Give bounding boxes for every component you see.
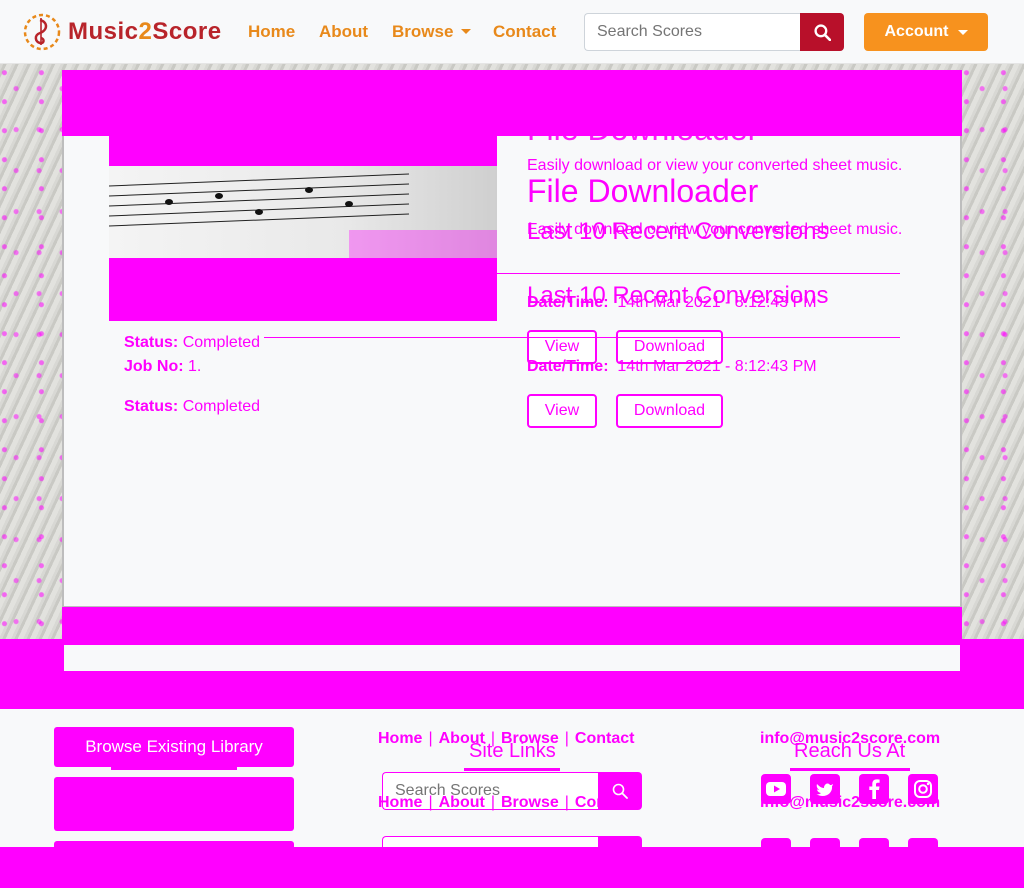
footer-contact-link[interactable]: Contact <box>575 730 635 747</box>
search-input[interactable] <box>584 13 800 51</box>
footer-links: Home | About | Browse | Contact <box>378 794 635 811</box>
instagram-icon[interactable] <box>908 774 938 804</box>
nav-search <box>584 13 844 51</box>
reach-underline-ghost <box>790 704 910 707</box>
footer-home-link[interactable]: Home <box>378 730 422 747</box>
site-links-underline <box>464 768 560 771</box>
datetime-row-ghost: Date/Time: 14th Mar 2021 - 8:12:43 PM <box>527 294 817 311</box>
nav-browse-dropdown[interactable]: Browse <box>392 22 471 42</box>
library-underline <box>111 767 237 770</box>
view-button[interactable]: View <box>527 394 597 428</box>
account-dropdown-button[interactable]: Account <box>864 13 988 51</box>
footer-strip <box>64 645 960 671</box>
footer-contact-link-2[interactable]: Contact <box>575 794 635 811</box>
sheet-music-image <box>109 136 497 321</box>
nav-browse-label: Browse <box>392 22 454 41</box>
footer-button-2[interactable] <box>54 777 294 831</box>
brand[interactable]: Music2Score <box>22 12 222 52</box>
site-links-underline-ghost <box>512 704 560 707</box>
reach-us-title: Reach Us At <box>794 740 906 762</box>
status-row: Status: Completed <box>124 398 261 415</box>
twitter-icon[interactable] <box>810 774 840 804</box>
footer-home-link-2[interactable]: Home <box>378 794 422 811</box>
footer-browse-link-2[interactable]: Browse <box>501 794 559 811</box>
divider-2 <box>264 337 900 338</box>
recent-heading-ghost: Last 10 Recent Conversions <box>527 218 829 245</box>
browse-library-button[interactable]: Browse Existing Library <box>54 727 294 767</box>
footer-about-link-2[interactable]: About <box>439 794 485 811</box>
nav-contact-link[interactable]: Contact <box>493 22 556 42</box>
download-button[interactable]: Download <box>616 394 723 428</box>
search-button[interactable] <box>800 13 844 51</box>
nav-about-link[interactable]: About <box>319 22 368 42</box>
downloader-title-ghost: File Downloader <box>527 111 759 147</box>
music-logo-icon <box>23 13 61 51</box>
navbar: Music2Score Home About Browse Contact Ac… <box>0 0 1024 64</box>
divider <box>497 273 900 274</box>
downloader-title: File Downloader <box>527 173 759 209</box>
card-header-band <box>62 70 962 136</box>
status-row-ghost: Status: Completed <box>124 334 261 351</box>
brand-name: Music2Score <box>68 18 222 45</box>
site-links-title: Site Links <box>469 740 556 762</box>
footer-bottom-band <box>0 847 1024 888</box>
reach-us-underline <box>790 768 910 771</box>
youtube-icon[interactable] <box>761 774 791 804</box>
job-row: Job No: 1. <box>124 358 202 375</box>
search-icon <box>813 23 831 41</box>
facebook-icon[interactable] <box>859 774 889 804</box>
nav-home-link[interactable]: Home <box>248 22 295 42</box>
datetime-row: Date/Time: 14th Mar 2021 - 8:12:43 PM <box>527 358 817 375</box>
